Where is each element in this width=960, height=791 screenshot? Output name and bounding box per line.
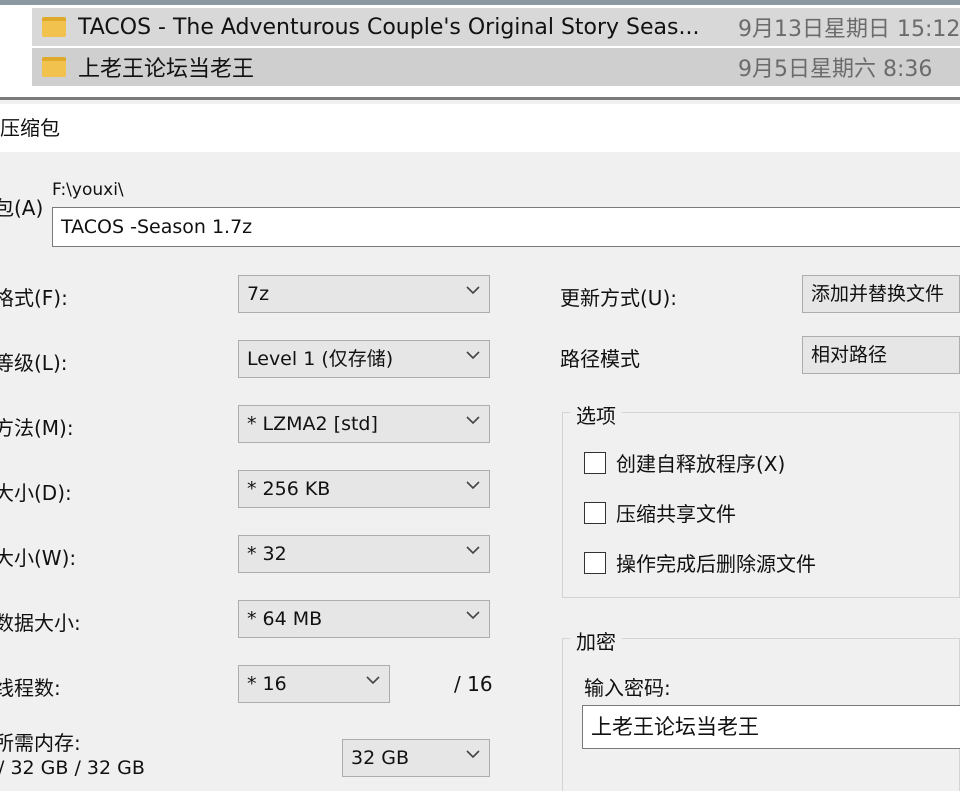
option-label: 压缩共享文件 <box>616 502 736 526</box>
file-row[interactable]: TACOS - The Adventurous Couple's Origina… <box>32 8 960 46</box>
method-value: * LZMA2 [std] <box>247 413 378 435</box>
dictionary-label: 大小(D): <box>0 481 72 505</box>
file-list: TACOS - The Adventurous Couple's Origina… <box>0 0 960 100</box>
update-mode-select[interactable]: 添加并替换文件 <box>802 275 960 313</box>
word-size-value: * 32 <box>247 543 287 565</box>
memory-usage: / 32 GB / 32 GB <box>0 757 145 779</box>
chevron-down-icon <box>465 412 480 426</box>
options-title: 选项 <box>570 400 622 429</box>
option-label: 操作完成后删除源文件 <box>616 552 816 576</box>
memory-select[interactable]: 32 GB <box>342 739 490 777</box>
memory-combo-value: 32 GB <box>351 747 409 769</box>
chevron-down-icon <box>465 542 480 556</box>
archive-name-input[interactable]: TACOS -Season 1.7z <box>52 207 960 247</box>
level-value: Level 1 (仅存储) <box>247 348 394 370</box>
chevron-down-icon <box>465 477 480 491</box>
format-select[interactable]: 7z <box>238 275 490 313</box>
format-label: 格式(F): <box>0 286 68 310</box>
archive-label: 包(A) <box>0 196 44 220</box>
method-label: 方法(M): <box>0 416 74 440</box>
password-label: 输入密码: <box>584 676 671 700</box>
option-label: 创建自释放程序(X) <box>616 452 786 476</box>
dialog-title: 压缩包 <box>0 104 960 152</box>
chevron-down-icon <box>365 672 380 686</box>
word-size-label: 大小(W): <box>0 546 77 570</box>
path-mode-select[interactable]: 相对路径 <box>802 336 960 374</box>
password-input[interactable]: 上老王论坛当老王 <box>582 705 960 749</box>
path-mode-value: 相对路径 <box>811 344 888 366</box>
option-shared-files[interactable]: 压缩共享文件 <box>584 498 736 527</box>
file-row[interactable]: 上老王论坛当老王 9月5日星期六 8:36 <box>32 48 960 86</box>
memory-label: 所需内存: <box>0 731 81 755</box>
method-select[interactable]: * LZMA2 [std] <box>238 405 490 443</box>
file-date: 9月5日星期六 8:36 <box>738 57 933 82</box>
level-select[interactable]: Level 1 (仅存储) <box>238 340 490 378</box>
encryption-title: 加密 <box>570 626 622 655</box>
dictionary-select[interactable]: * 256 KB <box>238 470 490 508</box>
chevron-down-icon <box>465 746 480 760</box>
update-mode-label: 更新方式(U): <box>560 286 677 310</box>
chevron-down-icon <box>465 607 480 621</box>
update-mode-value: 添加并替换文件 <box>811 283 945 305</box>
checkbox[interactable] <box>584 551 606 574</box>
file-date: 9月13日星期日 15:12 <box>738 17 960 42</box>
threads-select[interactable]: * 16 <box>238 665 390 703</box>
folder-icon <box>42 57 66 77</box>
file-name: 上老王论坛当老王 <box>78 57 255 82</box>
level-label: 等级(L): <box>0 351 68 375</box>
archive-path: F:\youxi\ <box>52 180 124 200</box>
checkbox[interactable] <box>584 451 606 474</box>
option-delete-after[interactable]: 操作完成后删除源文件 <box>584 548 816 577</box>
folder-icon <box>42 17 66 37</box>
chevron-down-icon <box>465 282 480 296</box>
dictionary-value: * 256 KB <box>247 478 331 500</box>
threads-total: / 16 <box>454 672 493 696</box>
path-mode-label: 路径模式 <box>560 347 640 371</box>
option-sfx[interactable]: 创建自释放程序(X) <box>584 448 785 477</box>
solid-size-label: 数据大小: <box>0 611 81 635</box>
solid-size-value: * 64 MB <box>247 608 323 630</box>
format-value: 7z <box>247 283 270 305</box>
chevron-down-icon <box>465 347 480 361</box>
threads-value: * 16 <box>247 673 287 695</box>
checkbox[interactable] <box>584 501 606 524</box>
word-size-select[interactable]: * 32 <box>238 535 490 573</box>
file-name: TACOS - The Adventurous Couple's Origina… <box>78 14 700 40</box>
threads-label: 线程数: <box>0 676 61 700</box>
solid-size-select[interactable]: * 64 MB <box>238 600 490 638</box>
